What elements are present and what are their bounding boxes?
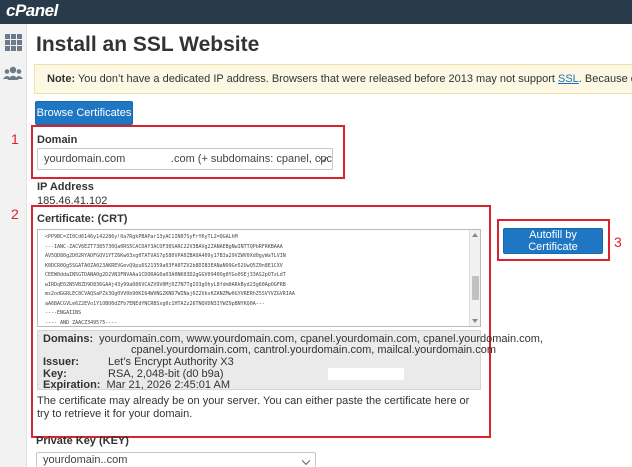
domain-select-subdomains: .com (+ subdomains: cpanel, cpc	[170, 153, 332, 165]
domain-select-value: yourdomain.com	[44, 153, 126, 165]
scroll-down-arrow-icon[interactable]	[472, 319, 478, 323]
private-key-select-value: yourdomain..com	[43, 454, 128, 466]
certificate-line: AV5QD80g2D02RYADFGQV1YTZ6Kw03xg0TATVAS7p…	[45, 253, 286, 259]
domains-value-line2: cpanel.yourdomain.com, cantrol.yourdomai…	[131, 344, 496, 356]
annotation-number-1: 1	[11, 131, 19, 147]
expiration-value: Mar 21, 2026 2:45:01 AM	[106, 379, 230, 391]
certificate-line: aA6BACGVLe6Z2EVo1Y1OBO0dZFb7ENEdYNCRBSxg…	[45, 300, 265, 307]
ssl-link[interactable]: SSL	[558, 73, 579, 85]
certificate-textarea[interactable]: <PP9BC=ZI0Cd6146y142286y!0a7RgkPBAPar13y…	[37, 229, 481, 327]
grid-icon[interactable]	[3, 32, 23, 52]
certificate-line: ms2odGGRLEC8CVAQSaPZk3Og0VV0b90KI64WVNGZ…	[45, 291, 295, 297]
details-issuer-row: Issuer: Let’s Encrypt Authority X3	[43, 356, 234, 369]
issuer-label: Issuer:	[43, 356, 80, 368]
private-key-label: Private Key (KEY)	[36, 435, 129, 447]
certificate-line: CEEW0ddaIN5GTDANA0g2D2VN3FNVAAa1CDORAG0a…	[45, 272, 286, 278]
certificate-details: Domains: yourdomain.com, www.yourdomain.c…	[37, 330, 543, 392]
certificate-line: K0DCR0Qg5SGATA0ZA023AKREVGevQ9pu6S21359a…	[45, 262, 283, 269]
certificate-scrollbar[interactable]	[469, 230, 480, 326]
certificate-line: wIRDqE02N5VBZD9D836GAAj43y99a086VCAZV9V0…	[45, 281, 286, 288]
scrollbar-thumb[interactable]	[472, 276, 479, 300]
details-expiration-row: Expiration: Mar 21, 2026 2:45:01 AM	[43, 379, 230, 392]
chevron-down-icon	[301, 456, 311, 466]
certificate-line: ----ENGAIINS	[45, 310, 82, 316]
domains-label: Domains:	[43, 333, 94, 345]
sidebar	[0, 24, 27, 467]
domain-select[interactable]: yourdomain.com .com (+ subdomains: cpanel…	[37, 148, 333, 170]
notice-lead: Note:	[47, 73, 76, 85]
private-key-select[interactable]: yourdomain..com	[36, 452, 316, 467]
dedicated-ip-notice: Note: You don’t have a dedicated IP addr…	[34, 64, 632, 94]
certificate-line: ---- AND ZAACZ3495?5----	[45, 319, 118, 326]
notice-text: You don’t have a dedicated IP address. B…	[75, 73, 558, 85]
certificate-line: ---IANC-ZACV6EZT7385730Qa0RS5CACDAY3ACOF…	[45, 243, 283, 250]
scroll-up-arrow-icon[interactable]	[472, 233, 478, 237]
notice-text-tail: . Because of this, users may see	[578, 73, 632, 85]
top-bar: cPanel	[0, 0, 632, 24]
browse-certificates-button[interactable]: Browse Certificates	[35, 101, 133, 125]
domain-label: Domain	[37, 134, 78, 146]
annotation-number-2: 2	[11, 206, 19, 222]
expiration-label: Expiration:	[43, 379, 101, 391]
certificate-label: Certificate: (CRT)	[37, 213, 128, 225]
users-icon[interactable]	[3, 63, 23, 83]
ip-address-value: 185.46.41.102	[37, 195, 108, 207]
redaction-block	[328, 368, 404, 380]
autofill-by-certificate-button[interactable]: Autofill by Certificate	[503, 228, 603, 254]
issuer-value: Let’s Encrypt Authority X3	[108, 356, 234, 368]
certificate-help-text: The certificate may already be on your s…	[37, 395, 470, 420]
certificate-text: <PP9BC=ZI0Cd6146y142286y!0a7RgkPBAPar13y…	[45, 233, 465, 326]
page-title: Install an SSL Website	[36, 33, 260, 56]
certificate-line: <PP9BC=ZI0Cd6146y142286y!0a7RgkPBAPar13y…	[45, 234, 238, 240]
cpanel-logo[interactable]: cPanel	[6, 1, 58, 21]
ip-address-label: IP Address	[37, 181, 94, 193]
annotation-number-3: 3	[614, 234, 622, 250]
